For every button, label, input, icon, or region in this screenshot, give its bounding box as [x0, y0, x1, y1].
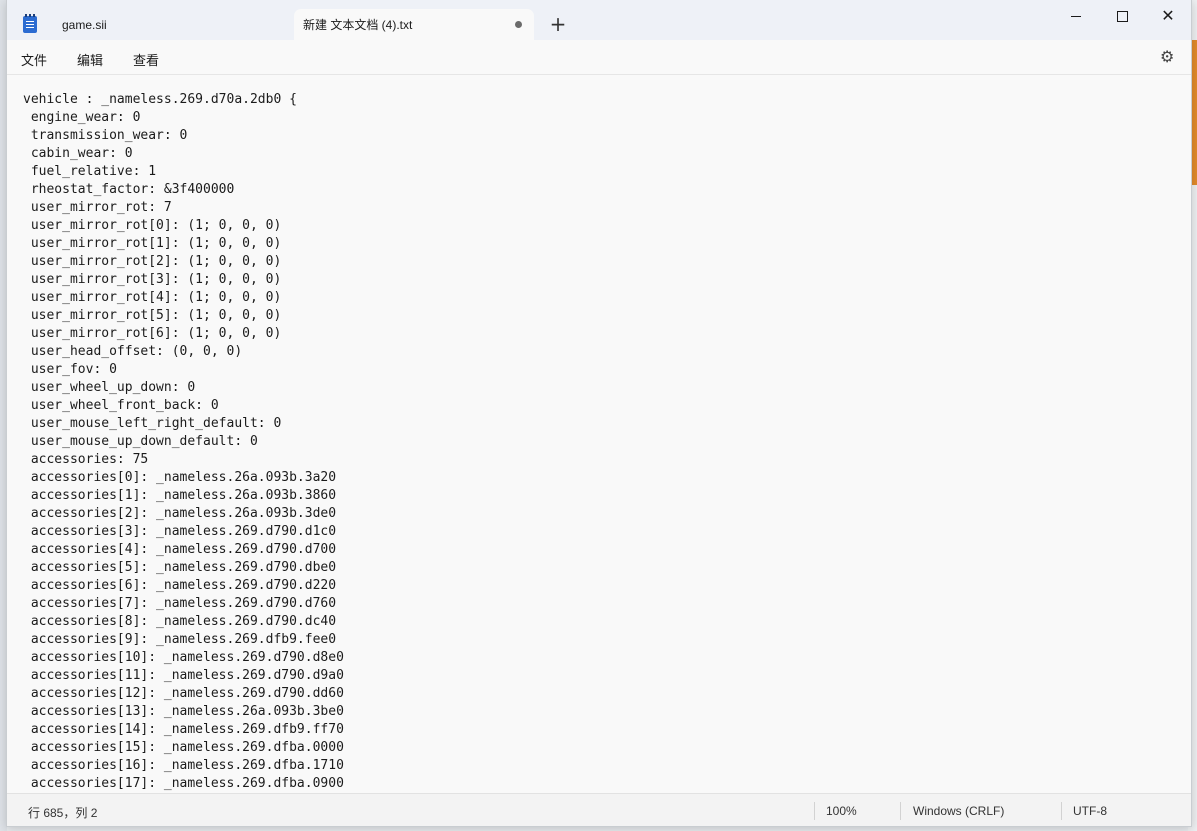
menu-file[interactable]: 文件 — [21, 50, 47, 69]
text-line: user_mouse_up_down_default: 0 — [23, 434, 258, 449]
unsaved-indicator-icon[interactable] — [515, 21, 522, 28]
text-line: accessories[9]: _nameless.269.dfb9.fee0 — [23, 632, 337, 647]
text-line: user_mirror_rot[4]: (1; 0, 0, 0) — [23, 290, 282, 305]
minimize-button[interactable] — [1053, 0, 1099, 32]
text-line: accessories[14]: _nameless.269.dfb9.ff70 — [23, 722, 344, 737]
text-line: accessories[17]: _nameless.269.dfba.0900 — [23, 776, 344, 791]
text-line: vehicle : _nameless.269.d70a.2db0 { — [23, 92, 297, 107]
text-line: user_fov: 0 — [23, 362, 117, 377]
text-line: user_mirror_rot[0]: (1; 0, 0, 0) — [23, 218, 282, 233]
text-line: cabin_wear: 0 — [23, 146, 133, 161]
close-icon: ✕ — [1161, 6, 1175, 25]
text-line: fuel_relative: 1 — [23, 164, 157, 179]
text-line: user_mirror_rot[2]: (1; 0, 0, 0) — [23, 254, 282, 269]
text-line: accessories[16]: _nameless.269.dfba.1710 — [23, 758, 344, 773]
status-bar: 行 685，列 2 100% Windows (CRLF) UTF-8 — [7, 793, 1191, 826]
text-line: accessories[11]: _nameless.269.d790.d9a0 — [23, 668, 344, 683]
text-line: accessories[15]: _nameless.269.dfba.0000 — [23, 740, 344, 755]
text-line: rheostat_factor: &3f400000 — [23, 182, 235, 197]
status-divider — [900, 802, 901, 820]
settings-gear-icon[interactable]: ⚙ — [1160, 49, 1176, 65]
notepad-icon — [23, 14, 37, 33]
text-line: accessories[2]: _nameless.26a.093b.3de0 — [23, 506, 337, 521]
new-tab-button[interactable]: + — [547, 13, 569, 35]
encoding[interactable]: UTF-8 — [1073, 804, 1107, 818]
text-line: user_mirror_rot[6]: (1; 0, 0, 0) — [23, 326, 282, 341]
text-line: user_wheel_up_down: 0 — [23, 380, 196, 395]
tab-label: game.sii — [62, 17, 107, 32]
text-line: user_mouse_left_right_default: 0 — [23, 416, 282, 431]
text-line: accessories[3]: _nameless.269.d790.d1c0 — [23, 524, 337, 539]
text-line: accessories[13]: _nameless.26a.093b.3be0 — [23, 704, 344, 719]
menu-view[interactable]: 查看 — [133, 50, 159, 69]
text-line: accessories: 75 — [23, 452, 149, 467]
notepad-window: game.sii 新建 文本文档 (4).txt + ✕ 文件 编辑 查看 ⚙ … — [6, 0, 1192, 827]
maximize-icon — [1116, 10, 1128, 22]
tab-label: 新建 文本文档 (4).txt — [303, 18, 413, 32]
text-line: engine_wear: 0 — [23, 110, 141, 125]
close-button[interactable]: ✕ — [1145, 0, 1191, 32]
zoom-level[interactable]: 100% — [826, 804, 857, 818]
text-line: accessories[8]: _nameless.269.d790.dc40 — [23, 614, 337, 629]
text-line: user_mirror_rot[5]: (1; 0, 0, 0) — [23, 308, 282, 323]
cursor-position: 行 685，列 2 — [28, 806, 98, 820]
title-bar: game.sii 新建 文本文档 (4).txt + ✕ — [7, 0, 1191, 40]
minimize-icon — [1071, 15, 1081, 17]
status-divider — [1061, 802, 1062, 820]
maximize-button[interactable] — [1099, 0, 1145, 32]
background-accent — [1192, 40, 1197, 185]
text-line: accessories[12]: _nameless.269.d790.dd60 — [23, 686, 344, 701]
text-line: user_mirror_rot[3]: (1; 0, 0, 0) — [23, 272, 282, 287]
text-line: user_mirror_rot: 7 — [23, 200, 172, 215]
text-line: user_mirror_rot[1]: (1; 0, 0, 0) — [23, 236, 282, 251]
text-line: transmission_wear: 0 — [23, 128, 188, 143]
text-line: accessories[6]: _nameless.269.d790.d220 — [23, 578, 337, 593]
text-line: accessories[7]: _nameless.269.d790.d760 — [23, 596, 337, 611]
text-line: accessories[0]: _nameless.26a.093b.3a20 — [23, 470, 337, 485]
menu-bar: 文件 编辑 查看 ⚙ — [7, 40, 1191, 75]
text-line: accessories[5]: _nameless.269.d790.dbe0 — [23, 560, 337, 575]
text-line: accessories[1]: _nameless.26a.093b.3860 — [23, 488, 337, 503]
tab-game-sii[interactable]: game.sii — [15, 9, 295, 40]
status-divider — [814, 802, 815, 820]
tab-new-text-document[interactable]: 新建 文本文档 (4).txt — [294, 9, 534, 40]
text-line: accessories[10]: _nameless.269.d790.d8e0 — [23, 650, 344, 665]
text-line: user_head_offset: (0, 0, 0) — [23, 344, 243, 359]
line-ending[interactable]: Windows (CRLF) — [913, 804, 1004, 818]
text-line: user_wheel_front_back: 0 — [23, 398, 219, 413]
menu-edit[interactable]: 编辑 — [77, 50, 103, 69]
text-line: accessories[4]: _nameless.269.d790.d700 — [23, 542, 337, 557]
text-editor[interactable]: vehicle : _nameless.269.d70a.2db0 { engi… — [7, 75, 1191, 793]
